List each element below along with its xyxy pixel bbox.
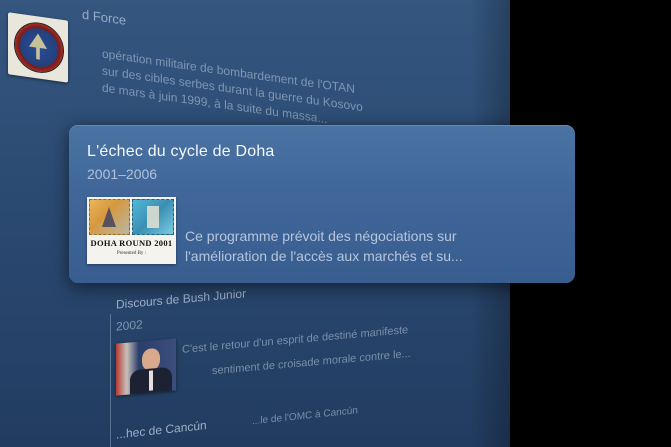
timeline-item-allied-force[interactable]: d Force opération militaire de bombardem… [6, 0, 363, 126]
popup-description: Ce programme prévoit des négociations su… [185, 226, 555, 266]
item-title: ...hec de Cancún [116, 418, 207, 442]
item-year: 2002 [116, 317, 143, 334]
military-seal-icon [14, 19, 64, 77]
portrait-tie [149, 370, 153, 391]
allied-force-thumbnail[interactable] [8, 12, 68, 83]
item-title: d Force [82, 6, 127, 28]
item-title: Discours de Bush Junior [116, 286, 247, 312]
event-popup-card[interactable]: L'échec du cycle de Doha 2001–2006 DOHA … [69, 125, 575, 283]
thumbnail-subcaption: Presented By : [116, 251, 147, 256]
timeline-viewer: d Force opération militaire de bombardem… [0, 0, 671, 447]
popup-year: 2001–2006 [87, 166, 158, 182]
item-description: opération militaire de bombardement de l… [102, 45, 363, 133]
bush-portrait-thumbnail[interactable] [116, 338, 176, 396]
timeline-item-cancun[interactable]: ...hec de Cancún ...le de l'OMC à Cancún [112, 388, 412, 441]
description-line: Ce programme prévoit des négociations su… [185, 228, 457, 244]
stamp-left-image [89, 199, 130, 235]
stamp-right-image [132, 199, 174, 235]
timeline-connector [110, 314, 111, 447]
description-line: l'amélioration de l'accès aux marchés et… [185, 248, 463, 264]
popup-title: L'échec du cycle de Doha [87, 143, 275, 160]
thumbnail-caption: DOHA ROUND 2001 [90, 238, 173, 248]
item-description: ...le de l'OMC à Cancún [252, 405, 358, 428]
doha-round-thumbnail[interactable]: DOHA ROUND 2001 Presented By : [87, 197, 176, 264]
